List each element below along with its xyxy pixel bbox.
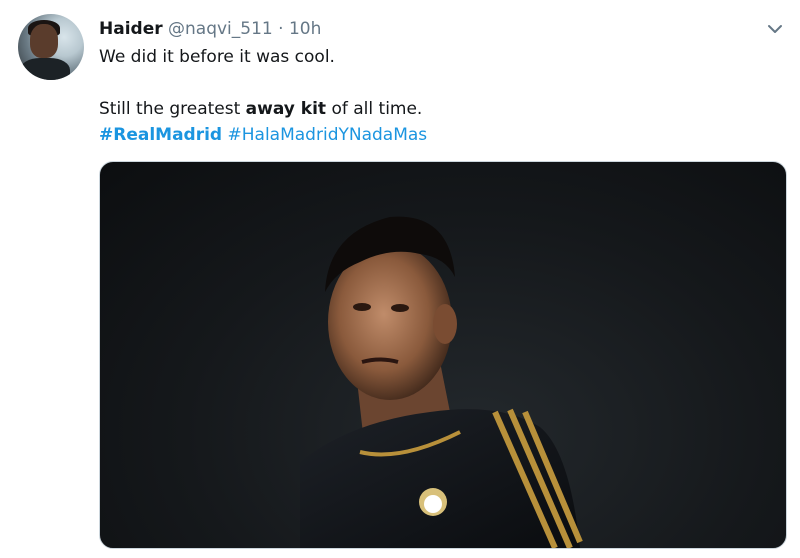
- tweet-text-line-1: We did it before it was cool.: [99, 47, 335, 67]
- avatar-body: [20, 58, 70, 80]
- hashtag-halamadrid[interactable]: #HalaMadridYNadaMas: [228, 125, 428, 145]
- author-name[interactable]: Haider: [99, 19, 163, 39]
- chevron-down-icon[interactable]: [764, 18, 786, 40]
- hashtag-row: #RealMadrid #HalaMadridYNadaMas: [99, 124, 427, 146]
- tweet-header: Haider @naqvi_511 · 10h: [99, 18, 321, 40]
- tweet-text-line-2: Still the greatest away kit of all time.: [99, 98, 422, 120]
- tweet-media-image[interactable]: [99, 161, 787, 549]
- separator-dot: ·: [278, 19, 284, 39]
- timestamp[interactable]: 10h: [289, 19, 321, 39]
- author-handle[interactable]: @naqvi_511: [168, 19, 273, 39]
- avatar-head: [30, 24, 58, 58]
- tweet-text-segment: Still the greatest: [99, 99, 246, 119]
- tweet-text-bold: away kit: [245, 99, 327, 119]
- avatar[interactable]: [18, 14, 84, 80]
- player-photo: [300, 216, 583, 548]
- hashtag-realmadrid[interactable]: #RealMadrid: [99, 125, 222, 145]
- tweet-text-segment: of all time.: [326, 99, 423, 119]
